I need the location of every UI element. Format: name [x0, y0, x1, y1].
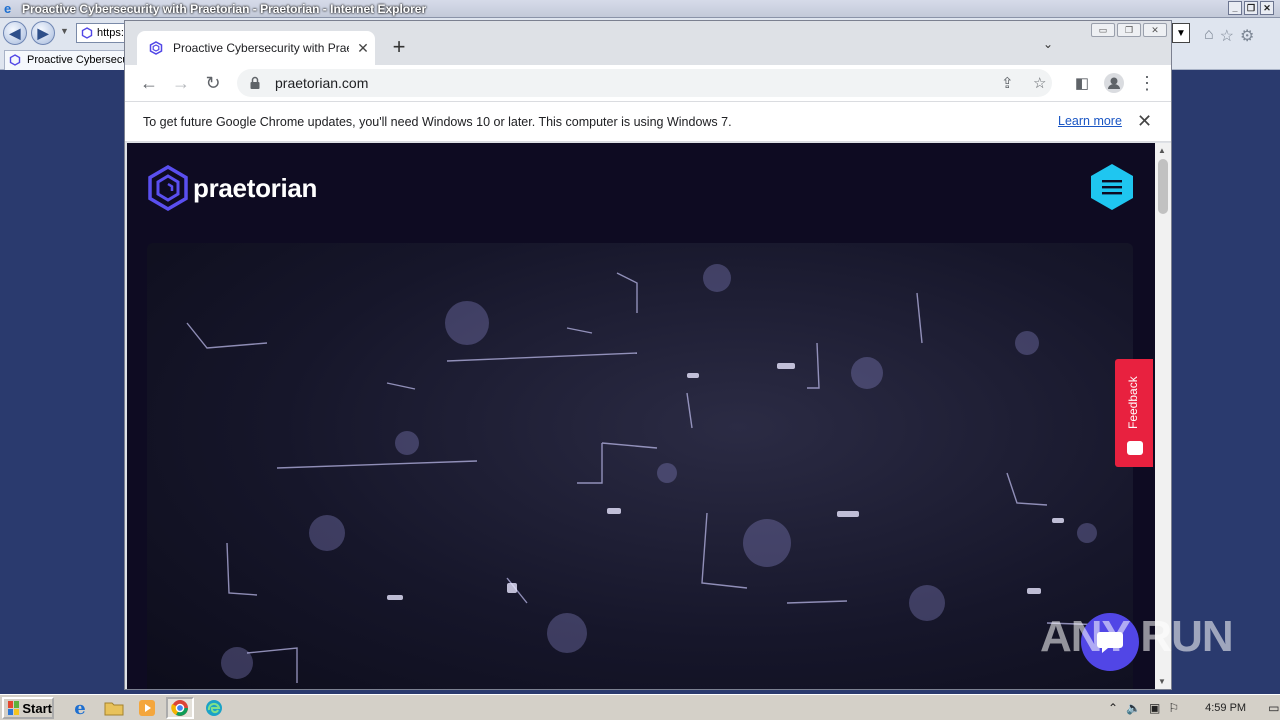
chrome-tab-strip: Proactive Cybersecurity with Praetorian … — [125, 21, 1171, 65]
anyrun-watermark: ANY RUN — [1040, 612, 1234, 661]
ie-maximize-button[interactable]: ❐ — [1244, 1, 1258, 15]
new-tab-plus-icon[interactable]: + — [387, 35, 411, 59]
tab-close-icon[interactable]: ✕ — [355, 40, 371, 57]
ie-window-title: Proactive Cybersecurity with Praetorian … — [22, 1, 427, 16]
ie-back-button[interactable]: ◀ — [3, 21, 27, 45]
folder-taskbar-icon[interactable] — [100, 697, 128, 719]
kebab-menu-icon[interactable]: ⋮ — [1135, 71, 1159, 95]
chrome-toolbar: ← → ↻ praetorian.com ⇪ ☆ ◧ ⋮ — [125, 65, 1171, 101]
chrome-window: Proactive Cybersecurity with Praetorian … — [124, 20, 1172, 690]
omnibox[interactable]: praetorian.com ⇪ ☆ — [237, 69, 1052, 97]
feedback-tab-button[interactable]: Feedback — [1115, 359, 1153, 467]
bookmark-star-icon[interactable]: ☆ — [1033, 74, 1046, 92]
praetorian-favicon-icon — [81, 27, 93, 39]
system-tray: ⌃ 🔈 ▣ ⚐ 4:59 PM ▭ — [1108, 697, 1279, 719]
action-center-flag-icon[interactable]: ⚐ — [1168, 701, 1179, 715]
ie-logo-icon: e — [4, 0, 12, 16]
windows-flag-icon — [8, 701, 20, 715]
chrome-taskbar-icon[interactable] — [166, 697, 194, 719]
taskbar-clock[interactable]: 4:59 PM — [1205, 702, 1246, 714]
ie-address-text: https: — [97, 27, 124, 39]
praetorian-favicon-icon — [9, 54, 21, 66]
ie-window-controls: _ ❐ ✕ — [1228, 1, 1274, 15]
ie-forward-button[interactable]: ▶ — [31, 21, 55, 45]
ie-address-dropdown-button[interactable]: ▼ — [1172, 23, 1190, 43]
ie-command-icons: ⌂ ☆ ⚙ — [1204, 26, 1254, 46]
home-icon[interactable]: ⌂ — [1204, 26, 1214, 46]
reload-icon[interactable]: ↻ — [201, 71, 225, 95]
scrollbar-thumb[interactable] — [1158, 159, 1168, 214]
volume-icon[interactable]: 🔈 — [1126, 701, 1141, 715]
learn-more-link[interactable]: Learn more — [1058, 114, 1122, 128]
ie-tab-label: Proactive Cybersecurity with Praetorian — [27, 54, 133, 66]
lock-icon[interactable] — [249, 76, 261, 90]
scroll-down-arrow-icon[interactable]: ▼ — [1158, 677, 1166, 686]
start-label: Start — [22, 700, 52, 716]
chrome-close-button[interactable]: ✕ — [1143, 23, 1167, 37]
chrome-tab[interactable]: Proactive Cybersecurity with Praetorian … — [137, 31, 375, 65]
hamburger-menu-button[interactable] — [1089, 163, 1135, 211]
forward-arrow-icon[interactable]: → — [169, 71, 193, 95]
infobar-message: To get future Google Chrome updates, you… — [143, 114, 732, 129]
chrome-window-controls: ▭ ❐ ✕ — [1091, 23, 1167, 37]
update-infobar: To get future Google Chrome updates, you… — [125, 101, 1171, 142]
ie-close-button[interactable]: ✕ — [1260, 1, 1274, 15]
start-button[interactable]: Start — [2, 697, 54, 719]
brand-wordmark: praetorian — [193, 172, 318, 203]
network-icon[interactable]: ▣ — [1149, 701, 1160, 715]
share-icon[interactable]: ⇪ — [1001, 74, 1014, 92]
tray-expand-chevron-icon[interactable]: ⌃ — [1108, 701, 1118, 715]
page-scrollbar[interactable]: ▲ ▼ — [1155, 143, 1171, 689]
hero-network-image — [147, 243, 1133, 689]
ie-history-chevron-icon[interactable]: ▼ — [60, 26, 69, 36]
tools-gear-icon[interactable]: ⚙ — [1240, 26, 1254, 46]
feedback-label: Feedback — [1126, 376, 1140, 429]
profile-avatar-icon[interactable] — [1102, 71, 1126, 95]
side-panel-icon[interactable]: ◧ — [1070, 71, 1094, 95]
network-lines-graphic — [186, 264, 1108, 683]
tab-search-chevron-icon[interactable]: ⌄ — [1043, 37, 1053, 51]
show-desktop-icon[interactable]: ▭ — [1268, 701, 1279, 715]
favorites-star-icon[interactable]: ☆ — [1220, 26, 1234, 46]
ie-tab[interactable]: Proactive Cybersecurity with Praetorian — [4, 50, 134, 70]
windows-taskbar: Start e ⌃ 🔈 ▣ ⚐ 4:59 PM ▭ — [0, 694, 1280, 720]
praetorian-favicon-icon — [149, 41, 163, 55]
ie-taskbar-icon[interactable]: e — [66, 697, 94, 719]
chrome-minimize-button[interactable]: ▭ — [1091, 23, 1115, 37]
feedback-face-icon — [1127, 441, 1143, 455]
page-content: praetorian — [127, 143, 1155, 689]
ie-title-bar: e Proactive Cybersecurity with Praetoria… — [0, 0, 1280, 18]
chrome-restore-button[interactable]: ❐ — [1117, 23, 1141, 37]
media-player-taskbar-icon[interactable] — [133, 697, 161, 719]
edge-taskbar-icon[interactable] — [200, 697, 228, 719]
infobar-close-icon[interactable]: ✕ — [1137, 111, 1152, 132]
praetorian-logo-icon — [148, 165, 188, 211]
ie-minimize-button[interactable]: _ — [1228, 1, 1242, 15]
chrome-tab-title: Proactive Cybersecurity with Praetorian — [173, 41, 349, 55]
back-arrow-icon[interactable]: ← — [137, 71, 161, 95]
url-text: praetorian.com — [275, 75, 369, 91]
scroll-up-arrow-icon[interactable]: ▲ — [1158, 146, 1166, 155]
praetorian-logo[interactable]: praetorian — [147, 165, 317, 211]
